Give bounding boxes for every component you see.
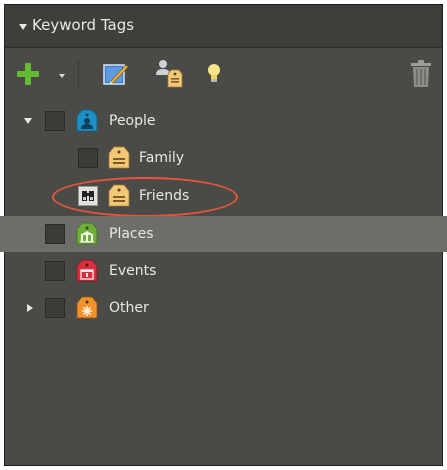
places-category-icon: [76, 222, 98, 245]
checkbox[interactable]: [45, 298, 65, 318]
tag-label: Other: [109, 300, 149, 316]
events-category-icon: [76, 259, 98, 282]
collapse-triangle-icon[interactable]: [19, 24, 27, 30]
tag-label: Events: [109, 263, 157, 279]
checkbox[interactable]: [45, 261, 65, 281]
people-tags-icon[interactable]: [153, 58, 183, 88]
highlight-ring: [52, 177, 238, 217]
tag-row-family[interactable]: Family: [0, 140, 447, 176]
expand-triangle-icon[interactable]: [27, 304, 33, 312]
checkbox[interactable]: [78, 148, 98, 168]
lightbulb-icon[interactable]: [206, 63, 222, 85]
dropdown-caret-icon[interactable]: [59, 74, 65, 78]
expand-triangle-icon[interactable]: [24, 118, 32, 124]
tag-label: Places: [109, 226, 154, 242]
tag-row-places[interactable]: Places: [0, 216, 447, 252]
toolbar-divider: [78, 60, 79, 88]
checkbox[interactable]: [45, 111, 65, 131]
tag-row-people[interactable]: People: [0, 103, 447, 139]
checkbox[interactable]: [45, 224, 65, 244]
panel-title: Keyword Tags: [32, 16, 135, 34]
tag-label: People: [109, 113, 156, 129]
other-category-icon: [76, 296, 98, 319]
tag-row-other[interactable]: Other: [0, 290, 447, 326]
people-category-icon: [76, 109, 98, 132]
edit-tag-icon[interactable]: [103, 62, 129, 86]
tag-icon: [108, 146, 130, 169]
tag-label: Family: [139, 150, 185, 166]
plus-icon-bar: [17, 71, 39, 77]
panel-header[interactable]: Keyword Tags: [5, 5, 442, 48]
tag-row-events[interactable]: Events: [0, 253, 447, 289]
trash-icon[interactable]: [410, 60, 432, 88]
